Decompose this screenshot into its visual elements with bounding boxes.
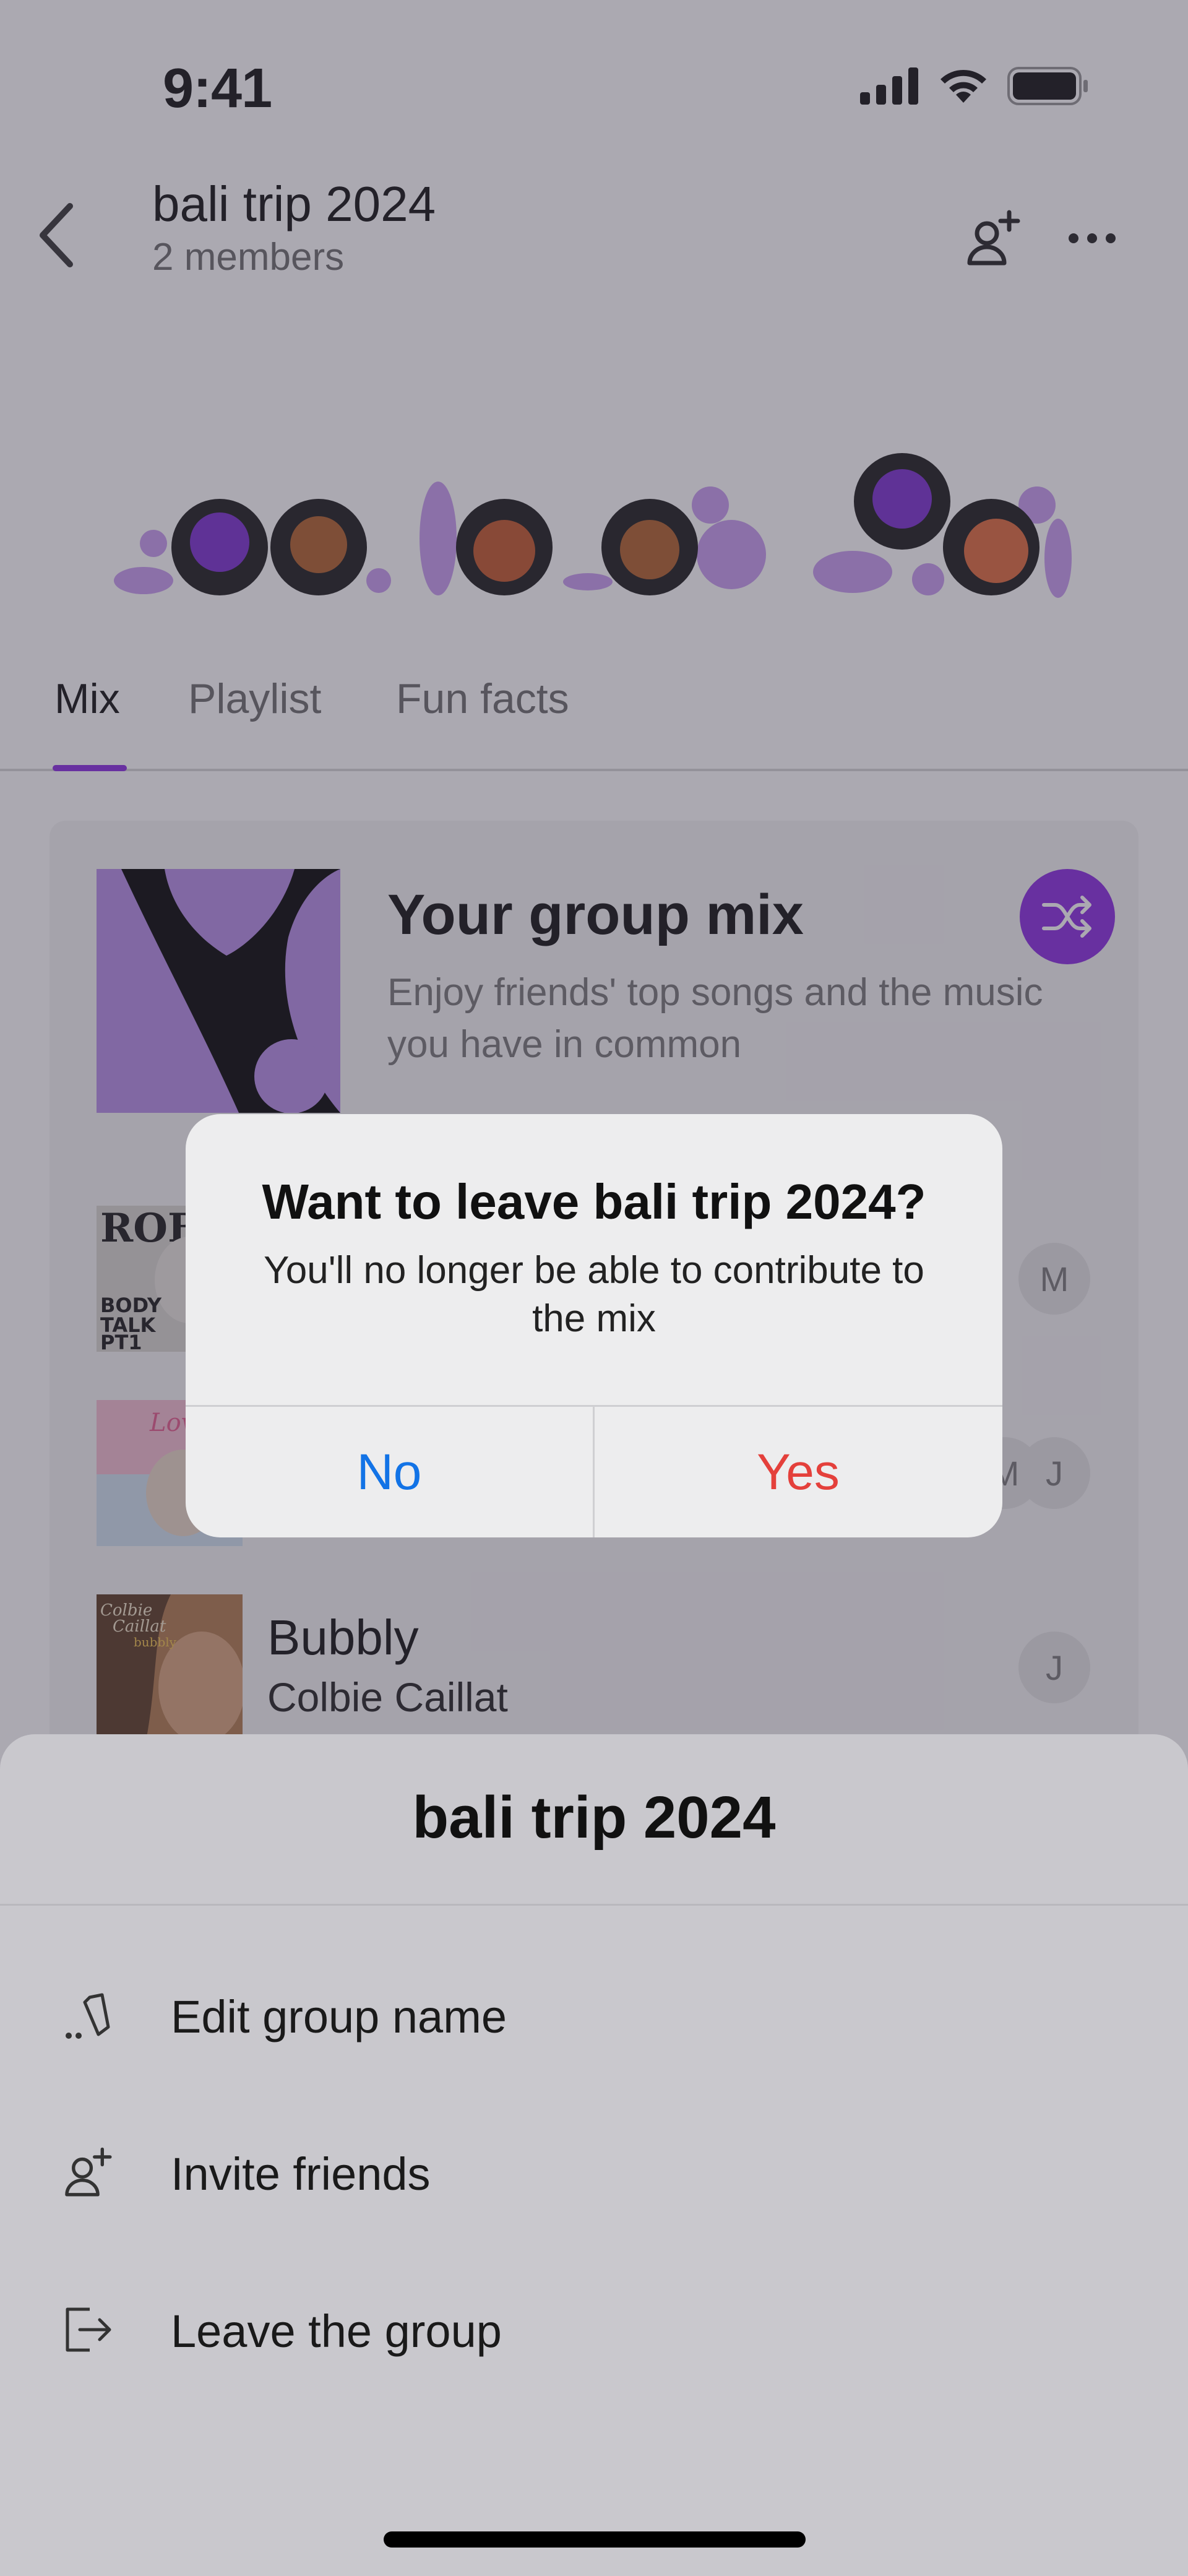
sheet-divider bbox=[0, 1904, 1188, 1906]
alert-message: You'll no longer be able to contribute t… bbox=[264, 1249, 924, 1340]
sheet-item-label: Leave the group bbox=[171, 2306, 502, 2357]
alert-no-button[interactable]: No bbox=[186, 1407, 593, 1537]
alert-title: Want to leave bali trip 2024? bbox=[262, 1174, 926, 1229]
exit-icon bbox=[58, 2300, 118, 2359]
home-indicator bbox=[384, 2531, 806, 2548]
leave-group-alert: Want to leave bali trip 2024? You'll no … bbox=[186, 1114, 1002, 1537]
sheet-item-label: Invite friends bbox=[171, 2148, 431, 2200]
group-options-sheet: bali trip 2024 Edit group name Invite fr… bbox=[0, 1734, 1188, 2576]
pencil-icon bbox=[58, 1986, 118, 2045]
invite-friends-item[interactable]: Invite friends bbox=[0, 2102, 1188, 2244]
edit-group-name-item[interactable]: Edit group name bbox=[0, 1945, 1188, 2087]
leave-group-item[interactable]: Leave the group bbox=[0, 2259, 1188, 2401]
person-add-icon bbox=[58, 2143, 118, 2202]
sheet-title: bali trip 2024 bbox=[412, 1784, 776, 1851]
sheet-item-label: Edit group name bbox=[171, 1991, 507, 2042]
screen: 9:41 bali trip 2024 2 members Mix Playli… bbox=[0, 0, 1188, 2576]
alert-yes-button[interactable]: Yes bbox=[595, 1407, 1002, 1537]
